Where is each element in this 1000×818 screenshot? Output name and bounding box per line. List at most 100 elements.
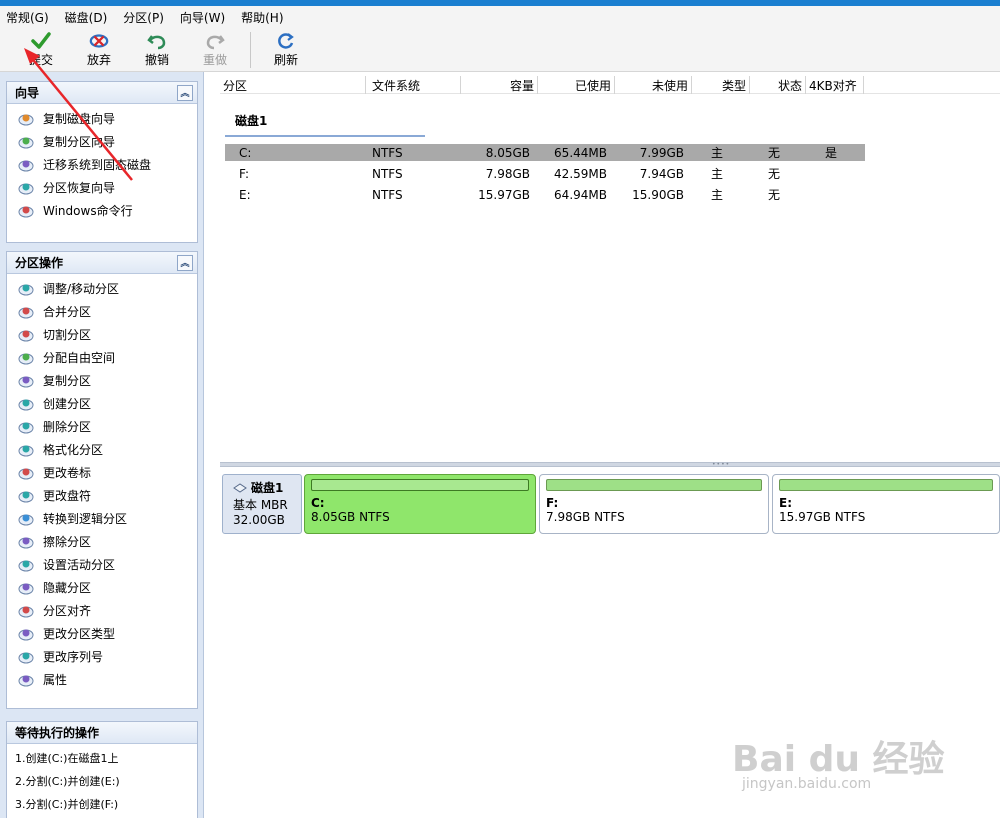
partition-ops-list: 调整/移动分区 合并分区切割分区 分配自由空间复制分区创建分区删除分区格式化分区更改…: [7, 274, 197, 695]
cell-unused: 15.90GB: [632, 187, 684, 202]
partition-op-item[interactable]: 转换到逻辑分区: [17, 507, 197, 530]
pending-op-item[interactable]: 2.分割(C:)并创建(E:): [7, 769, 197, 792]
align-icon: [17, 603, 35, 619]
pending-ops-list: 1.创建(C:)在磁盘1上 2.分割(C:)并创建(E:) 3.分割(C:)并创建(…: [7, 744, 197, 815]
cell-type: 主: [710, 167, 723, 181]
usage-bar: [311, 479, 529, 491]
cell-4k-align: [802, 165, 860, 182]
pending-op-item[interactable]: 3.分割(C:)并创建(F:): [7, 792, 197, 815]
partition-recovery-icon: [17, 180, 35, 196]
partition-op-item[interactable]: 更改盘符: [17, 484, 197, 507]
col-type[interactable]: 类型: [692, 76, 750, 94]
wizard-item[interactable]: 迁移系统到固态磁盘: [17, 153, 197, 176]
partition-op-item-label: 更改分区类型: [43, 627, 116, 641]
partition-op-item[interactable]: 分区对齐: [17, 599, 197, 622]
wizard-panel-header: 向导 ︽: [7, 82, 197, 104]
partition-op-item-label: 合并分区: [43, 305, 92, 319]
undo-button[interactable]: 撤销: [128, 28, 186, 72]
col-used[interactable]: 已使用: [538, 76, 615, 94]
partition-op-item[interactable]: 切割分区: [17, 323, 197, 346]
cell-used: 65.44MB: [554, 145, 607, 160]
partition-op-item[interactable]: 格式化分区: [17, 438, 197, 461]
col-partition[interactable]: 分区: [220, 76, 366, 94]
partition-op-item[interactable]: 删除分区: [17, 415, 197, 438]
menu-wizard[interactable]: 向导(W): [180, 9, 225, 26]
partition-op-item-label: 复制分区: [43, 374, 92, 388]
pane-splitter[interactable]: ••••: [220, 462, 1000, 468]
refresh-button[interactable]: 刷新: [257, 28, 315, 72]
partition-op-item-label: 擦除分区: [43, 535, 92, 549]
collapse-icon[interactable]: [177, 725, 193, 741]
apply-button[interactable]: 提交: [12, 28, 70, 72]
menu-general[interactable]: 常规(G): [6, 9, 49, 26]
partition-block-f[interactable]: F: 7.98GB NTFS: [539, 474, 769, 534]
disk-card[interactable]: 磁盘1 基本 MBR 32.00GB: [222, 474, 302, 534]
cell-4k-align: 是: [824, 146, 837, 160]
menu-partition[interactable]: 分区(P): [123, 9, 164, 26]
partition-op-item[interactable]: 调整/移动分区: [17, 277, 197, 300]
partition-block-e[interactable]: E: 15.97GB NTFS: [772, 474, 1000, 534]
partition-op-item[interactable]: 隐藏分区: [17, 576, 197, 599]
col-unused[interactable]: 未使用: [615, 76, 692, 94]
allocate-icon: [17, 350, 35, 366]
wizard-item[interactable]: 分区恢复向导: [17, 176, 197, 199]
partition-op-item-label: 分区对齐: [43, 604, 92, 618]
hide-icon: [17, 580, 35, 596]
partition-op-item-label: 更改卷标: [43, 466, 92, 480]
cell-filesystem: NTFS: [372, 166, 403, 181]
partition-op-item[interactable]: 复制分区: [17, 369, 197, 392]
partition-op-item[interactable]: 擦除分区: [17, 530, 197, 553]
partition-op-item[interactable]: 设置活动分区: [17, 553, 197, 576]
redo-icon: [205, 32, 225, 50]
redo-label: 重做: [202, 53, 227, 67]
partition-op-item-label: 更改盘符: [43, 489, 92, 503]
collapse-icon[interactable]: ︽: [177, 84, 193, 101]
wizard-item[interactable]: 复制磁盘向导: [17, 107, 197, 130]
wizard-panel-title: 向导: [15, 86, 40, 100]
left-pane: 向导 ︽ 复制磁盘向导 复制分区向导 迁移系统到固态磁盘 分区恢复向导 Windows命…: [0, 72, 204, 818]
partition-op-item[interactable]: 更改卷标: [17, 461, 197, 484]
menu-bar: 常规(G) 磁盘(D) 分区(P) 向导(W) 帮助(H): [0, 6, 1000, 28]
table-row[interactable]: F: NTFS 7.98GB 42.59MB 7.94GB 主 无: [225, 165, 865, 182]
partition-op-item[interactable]: 创建分区: [17, 392, 197, 415]
col-4k-align[interactable]: 4KB对齐: [806, 76, 864, 94]
menu-disk[interactable]: 磁盘(D): [65, 9, 108, 26]
col-filesystem[interactable]: 文件系统: [366, 76, 461, 94]
disk-name-row: 磁盘1: [233, 479, 301, 496]
wizard-item[interactable]: Windows命令行: [17, 199, 197, 222]
partition-op-item[interactable]: 合并分区: [17, 300, 197, 323]
cell-partition: C:: [239, 145, 252, 160]
discard-button[interactable]: 放弃: [70, 28, 128, 72]
usage-bar: [546, 479, 762, 491]
partition-op-item[interactable]: 分配自由空间: [17, 346, 197, 369]
col-status[interactable]: 状态: [750, 76, 806, 94]
partition-ops-panel: 分区操作 ︽ 调整/移动分区 合并分区切割分区 分配自由空间复制分区创建分区删除分区…: [6, 251, 198, 709]
partition-op-item[interactable]: 更改序列号: [17, 645, 197, 668]
table-row[interactable]: E: NTFS 15.97GB 64.94MB 15.90GB 主 无: [225, 186, 865, 203]
partition-block-c[interactable]: C: 8.05GB NTFS: [304, 474, 536, 534]
cell-used: 42.59MB: [554, 166, 607, 181]
cell-4k-align: [802, 186, 860, 203]
migrate-os-icon: [17, 157, 35, 173]
table-row[interactable]: C: NTFS 8.05GB 65.44MB 7.99GB 主 无 是: [225, 144, 865, 161]
partition-op-item[interactable]: 更改分区类型: [17, 622, 197, 645]
partition-op-item[interactable]: 属性: [17, 668, 197, 691]
redo-button[interactable]: 重做: [186, 28, 244, 72]
pending-op-item[interactable]: 1.创建(C:)在磁盘1上: [7, 746, 197, 769]
menu-help[interactable]: 帮助(H): [241, 9, 283, 26]
partition-op-item-label: 更改序列号: [43, 650, 104, 664]
partition-info: 8.05GB NTFS: [311, 510, 390, 524]
copy-partition-icon: [17, 134, 35, 150]
drive-letter-icon: [17, 488, 35, 504]
wizard-item[interactable]: 复制分区向导: [17, 130, 197, 153]
refresh-label: 刷新: [273, 53, 298, 67]
partition-op-item-label: 删除分区: [43, 420, 92, 434]
collapse-icon[interactable]: ︽: [177, 254, 193, 271]
col-capacity[interactable]: 容量: [461, 76, 538, 94]
partition-op-item-label: 转换到逻辑分区: [43, 512, 128, 526]
discard-icon: [89, 32, 109, 50]
partition-ops-title: 分区操作: [15, 256, 64, 270]
info-icon: [17, 672, 35, 688]
disk-icon: [233, 482, 247, 493]
partition-op-item-label: 调整/移动分区: [43, 282, 120, 296]
